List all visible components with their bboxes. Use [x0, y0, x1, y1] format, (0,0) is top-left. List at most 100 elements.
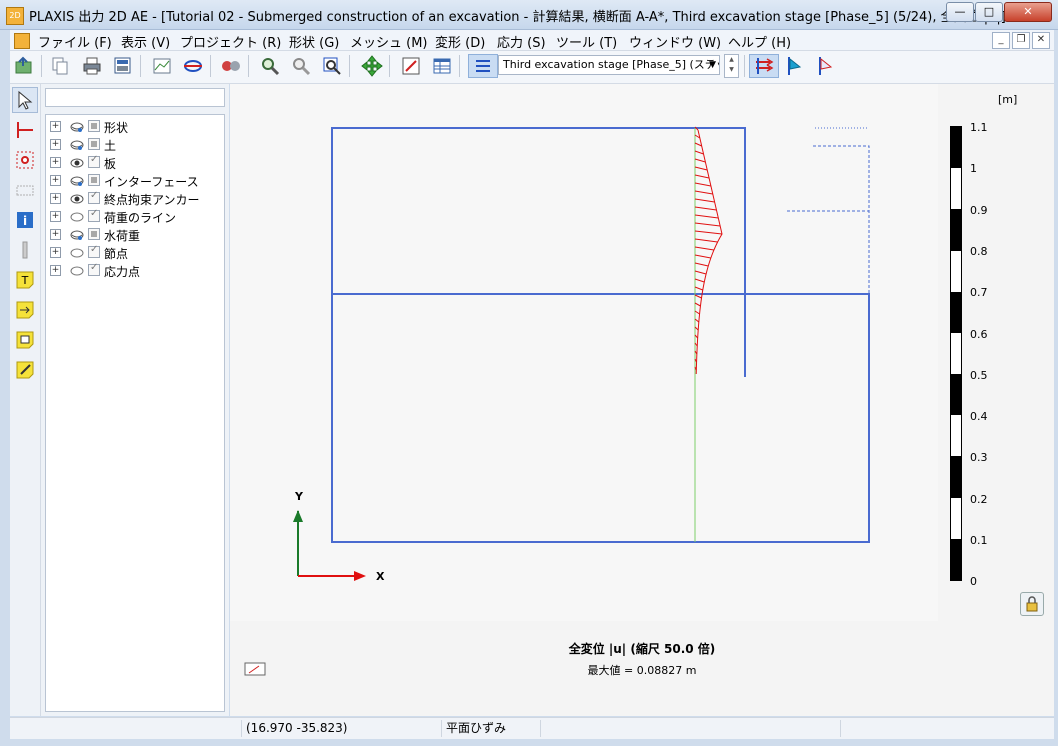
- eye-icon[interactable]: [70, 157, 84, 168]
- expand-icon[interactable]: +: [50, 193, 61, 204]
- phase-select[interactable]: Third excavation stage [Phase_5] (ステップ ▼: [498, 55, 720, 75]
- tree-item-label: 節点: [104, 247, 129, 261]
- eye-icon[interactable]: [70, 265, 84, 276]
- expand-icon[interactable]: +: [50, 211, 61, 222]
- maximize-button[interactable]: □: [975, 2, 1003, 22]
- tree-checkbox[interactable]: [88, 174, 100, 186]
- displacement-arrow: [694, 190, 713, 195]
- plot-canvas[interactable]: Y X: [230, 84, 938, 621]
- tree-item[interactable]: + 土: [50, 136, 222, 154]
- arrows-icon[interactable]: [749, 54, 779, 78]
- eye-icon[interactable]: [70, 175, 84, 186]
- cross-section-icon[interactable]: [181, 54, 205, 78]
- tree-checkbox[interactable]: [88, 262, 100, 276]
- expand-icon[interactable]: +: [50, 157, 61, 168]
- flag-blue-icon[interactable]: [782, 54, 806, 78]
- displacement-arrow: [694, 230, 723, 235]
- tree-item[interactable]: + インターフェース: [50, 172, 222, 190]
- expand-icon[interactable]: +: [50, 121, 61, 132]
- menu-stresses[interactable]: 応力 (S): [497, 32, 546, 51]
- tree-item[interactable]: + 水荷重: [50, 226, 222, 244]
- zoom-in-icon[interactable]: [258, 54, 282, 78]
- curve-points-icon[interactable]: [12, 177, 38, 203]
- menu-tools[interactable]: ツール (T): [556, 32, 617, 51]
- menu-file[interactable]: ファイル (F): [38, 32, 112, 51]
- tree-checkbox[interactable]: [88, 244, 100, 258]
- scale-segment: [951, 497, 961, 539]
- arrow-note-icon[interactable]: [12, 297, 38, 323]
- eye-icon[interactable]: [70, 229, 84, 240]
- expand-icon[interactable]: +: [50, 175, 61, 186]
- explorer-search-input[interactable]: [45, 88, 225, 107]
- eye-icon[interactable]: [70, 247, 84, 258]
- table-icon[interactable]: [430, 54, 454, 78]
- expand-icon[interactable]: +: [50, 139, 61, 150]
- scale-label: 0.1: [970, 534, 988, 547]
- select-pointer-icon[interactable]: [12, 87, 38, 113]
- tree-item[interactable]: +板: [50, 154, 222, 172]
- mdi-restore-button[interactable]: ❐: [1012, 32, 1030, 49]
- menu-geometry[interactable]: 形状 (G): [289, 32, 339, 51]
- scale-segment: [951, 374, 961, 416]
- chevron-down-icon[interactable]: ▼: [709, 56, 716, 74]
- plot-area[interactable]: Y X [m] 1.1 1 0.9 0.8 0.7 0.6 0.5 0.4 0.3 0.2 0.1 0…: [230, 84, 1054, 716]
- copy-icon[interactable]: [48, 54, 72, 78]
- export-icon[interactable]: [12, 54, 36, 78]
- displacement-arrow: [694, 174, 710, 179]
- menu-project[interactable]: プロジェクト (R): [180, 32, 281, 51]
- expand-icon[interactable]: +: [50, 229, 61, 240]
- scale-segment: [951, 168, 961, 210]
- print-preview-icon[interactable]: [111, 54, 135, 78]
- expand-icon[interactable]: +: [50, 265, 61, 276]
- pan-icon[interactable]: [360, 54, 384, 78]
- eye-icon[interactable]: [70, 211, 84, 222]
- menu-help[interactable]: ヘルプ (H): [728, 32, 791, 51]
- plot-icon[interactable]: [150, 54, 174, 78]
- cross-section-tool-icon[interactable]: [12, 117, 38, 143]
- zoom-window-icon[interactable]: [320, 54, 344, 78]
- displacement-arrow: [694, 310, 700, 315]
- text-note-icon[interactable]: T: [12, 267, 38, 293]
- info-icon[interactable]: i: [12, 207, 38, 233]
- stage-icon[interactable]: [468, 54, 498, 78]
- tree-item[interactable]: + 荷重のライン: [50, 208, 222, 226]
- mdi-minimize-button[interactable]: _: [992, 32, 1010, 49]
- eye-icon[interactable]: [70, 121, 84, 132]
- scale-segment: [951, 415, 961, 457]
- tree-checkbox[interactable]: [88, 138, 100, 150]
- tree-checkbox[interactable]: [88, 154, 100, 168]
- tree-item[interactable]: + 終点拘束アンカー: [50, 190, 222, 208]
- menu-window[interactable]: ウィンドウ (W): [629, 32, 721, 51]
- view-angle-icon[interactable]: [219, 54, 243, 78]
- main-toolbar: Third excavation stage [Phase_5] (ステップ ▼…: [10, 51, 1054, 84]
- print-icon[interactable]: [80, 54, 104, 78]
- zoom-out-icon[interactable]: [289, 54, 313, 78]
- lock-icon[interactable]: [1020, 592, 1044, 616]
- tree-item[interactable]: + 節点: [50, 244, 222, 262]
- displacement-arrows: [694, 126, 723, 375]
- eye-icon[interactable]: [70, 193, 84, 204]
- close-button[interactable]: ✕: [1004, 2, 1052, 22]
- edit-note-icon[interactable]: [12, 357, 38, 383]
- flag-red-icon[interactable]: [813, 54, 837, 78]
- tree-checkbox[interactable]: [88, 228, 100, 240]
- minimize-button[interactable]: —: [946, 2, 974, 22]
- menu-mesh[interactable]: メッシュ (M): [350, 32, 428, 51]
- legend-edit-icon[interactable]: [244, 662, 266, 679]
- tree-checkbox[interactable]: [88, 190, 100, 204]
- mdi-close-button[interactable]: ✕: [1032, 32, 1050, 49]
- eye-icon[interactable]: [70, 139, 84, 150]
- menu-deformations[interactable]: 変形 (D): [435, 32, 485, 51]
- menu-view[interactable]: 表示 (V): [121, 32, 170, 51]
- expand-icon[interactable]: +: [50, 247, 61, 258]
- tree-checkbox[interactable]: [88, 120, 100, 132]
- tree-item[interactable]: + 形状: [50, 118, 222, 136]
- tree-checkbox[interactable]: [88, 208, 100, 222]
- resize-icon[interactable]: [399, 54, 423, 78]
- select-points-icon[interactable]: [12, 147, 38, 173]
- image-note-icon[interactable]: [12, 327, 38, 353]
- tree-item[interactable]: + 応力点: [50, 262, 222, 280]
- doc-icon[interactable]: [14, 33, 30, 49]
- phase-stepper[interactable]: ▲ ▼: [724, 54, 739, 78]
- ruler-icon[interactable]: [12, 237, 38, 263]
